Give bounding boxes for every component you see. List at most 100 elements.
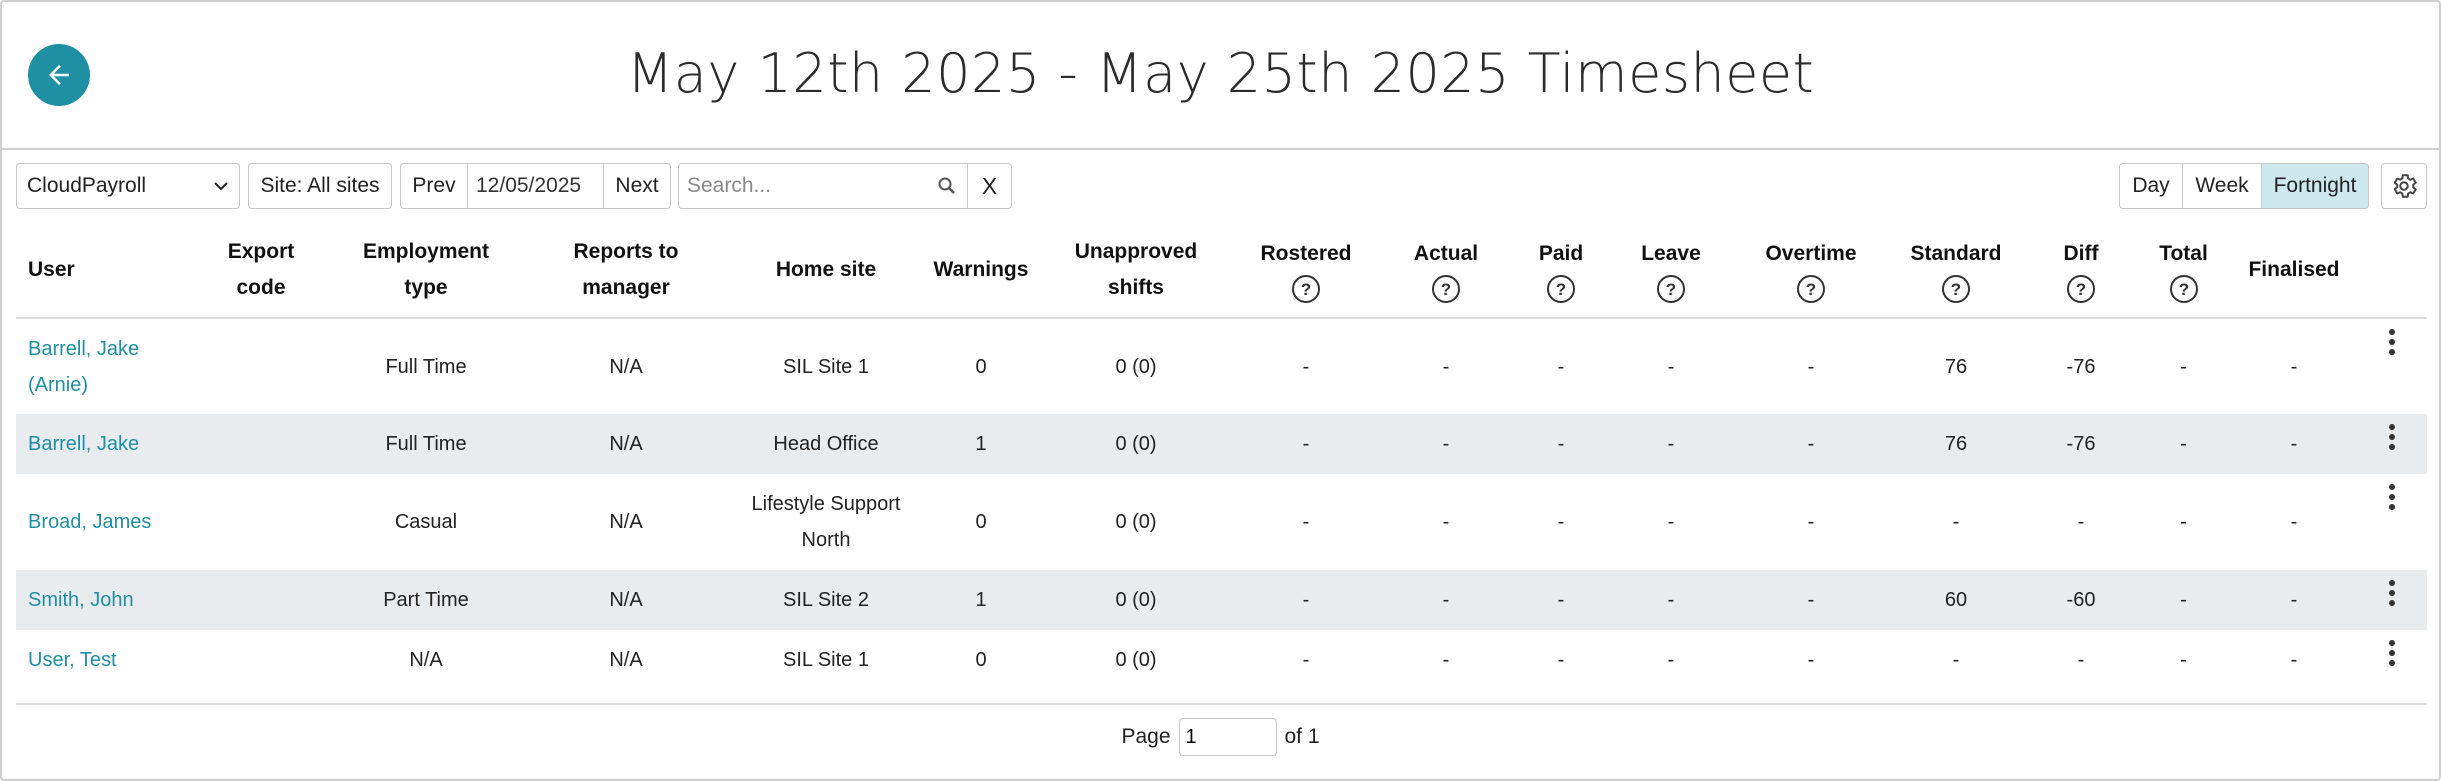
warnings-cell: 1 [926, 414, 1036, 474]
total-cell: - [2180, 511, 2187, 533]
site-filter-button[interactable]: Site: All sites [248, 163, 392, 209]
page-title: May 12th 2025 - May 25th 2025 Timesheet [626, 42, 1815, 105]
help-icon[interactable]: ? [2169, 274, 2199, 304]
actual-cell: - [1442, 511, 1450, 533]
table-row[interactable]: Smith, John Part Time N/A SIL Site 2 1 0… [16, 570, 2427, 630]
svg-text:?: ? [1806, 280, 1816, 299]
view-day-button[interactable]: Day [2119, 163, 2183, 209]
user-link-nickname[interactable]: (Arnie) [28, 374, 88, 396]
page-number-input[interactable] [1178, 718, 1277, 756]
user-link[interactable]: User, Test [28, 649, 117, 671]
search-input[interactable]: Search... [678, 163, 968, 209]
reports-to-cell: N/A [526, 570, 726, 630]
col-export-code[interactable]: Export code [196, 222, 326, 319]
unapproved-cell: 0 (0) [1036, 414, 1236, 474]
more-vertical-icon[interactable] [2386, 327, 2398, 357]
leave-cell: - [1667, 511, 1675, 533]
col-paid[interactable]: Paid? [1516, 222, 1606, 319]
col-unapproved[interactable]: Unapproved shifts [1036, 222, 1236, 319]
user-cell: Broad, James [16, 474, 196, 570]
help-icon[interactable]: ? [1291, 274, 1321, 304]
col-diff[interactable]: Diff? [2026, 222, 2136, 319]
prev-button[interactable]: Prev [400, 163, 468, 209]
export-code-cell [196, 414, 326, 474]
row-menu-cell [2357, 318, 2427, 414]
table-row[interactable]: Barrell, Jake Full Time N/A Head Office … [16, 414, 2427, 474]
finalised-cell: - [2290, 649, 2298, 671]
next-button[interactable]: Next [603, 163, 671, 209]
help-icon[interactable]: ? [1941, 274, 1971, 304]
table-row[interactable]: Broad, James Casual N/A Lifestyle Suppor… [16, 474, 2427, 570]
user-link[interactable]: Broad, James [28, 511, 151, 533]
warnings-cell: 0 [975, 649, 987, 671]
rostered-cell: - [1236, 570, 1376, 630]
finalised-cell: - [2290, 355, 2298, 378]
more-vertical-icon[interactable] [2386, 578, 2398, 608]
user-link[interactable]: Smith, John [28, 589, 134, 611]
table-row[interactable]: User, Test N/A N/A SIL Site 1 0 0 (0) - … [16, 630, 2427, 690]
date-input[interactable]: 12/05/2025 [467, 163, 604, 209]
timesheet-table: User Export code Employment type Reports t… [16, 222, 2427, 690]
export-code-cell [196, 630, 326, 690]
rostered-cell: - [1302, 355, 1310, 378]
diff-cell: -76 [2066, 355, 2096, 378]
col-finalised[interactable]: Finalised [2231, 222, 2357, 319]
home-site-cell: Lifestyle Support North [751, 493, 901, 551]
row-menu-cell [2357, 474, 2427, 570]
svg-text:?: ? [1441, 280, 1451, 299]
employment-type-cell: Full Time [385, 355, 467, 378]
table-bottom-divider [16, 703, 2427, 705]
col-overtime[interactable]: Overtime? [1736, 222, 1886, 319]
more-vertical-icon[interactable] [2386, 482, 2398, 512]
more-vertical-icon[interactable] [2386, 422, 2398, 452]
page-label: Page [1121, 725, 1171, 748]
col-leave[interactable]: Leave? [1606, 222, 1736, 319]
col-rostered[interactable]: Rostered? [1236, 222, 1376, 319]
col-home-site[interactable]: Home site [726, 222, 926, 319]
col-warnings[interactable]: Warnings [926, 222, 1036, 319]
export-code-cell [196, 318, 326, 414]
more-vertical-icon[interactable] [2386, 638, 2398, 668]
user-cell: Smith, John [16, 570, 196, 630]
svg-text:?: ? [1951, 280, 1961, 299]
overtime-cell: - [1736, 414, 1886, 474]
view-week-button[interactable]: Week [2182, 163, 2262, 209]
user-cell: Barrell, Jake [16, 414, 196, 474]
overtime-cell: - [1736, 570, 1886, 630]
clear-search-button[interactable]: X [967, 163, 1012, 209]
col-reports-to[interactable]: Reports to manager [526, 222, 726, 319]
actual-cell: - [1376, 570, 1516, 630]
export-code-cell [196, 570, 326, 630]
user-cell: Barrell, Jake (Arnie) [16, 318, 196, 414]
settings-button[interactable] [2381, 163, 2427, 209]
help-icon[interactable]: ? [1656, 274, 1686, 304]
warnings-cell: 0 [975, 355, 987, 378]
col-actual[interactable]: Actual? [1376, 222, 1516, 319]
table-row[interactable]: Barrell, Jake (Arnie) Full Time N/A SIL S… [16, 318, 2427, 414]
svg-text:?: ? [1301, 280, 1311, 299]
col-user[interactable]: User [16, 222, 196, 319]
col-standard[interactable]: Standard? [1886, 222, 2026, 319]
standard-cell: 60 [1886, 570, 2026, 630]
help-icon[interactable]: ? [1796, 274, 1826, 304]
search-icon [938, 177, 955, 194]
finalised-cell: - [2290, 511, 2298, 533]
row-menu-cell [2357, 570, 2427, 630]
employment-type-cell: Part Time [326, 570, 526, 630]
help-icon[interactable]: ? [1431, 274, 1461, 304]
user-cell: User, Test [16, 630, 196, 690]
leave-cell: - [1667, 649, 1675, 671]
reports-to-cell: N/A [526, 414, 726, 474]
paid-cell: - [1557, 649, 1565, 671]
col-employment-type[interactable]: Employment type [326, 222, 526, 319]
view-fortnight-button[interactable]: Fortnight [2261, 163, 2369, 209]
diff-cell: -60 [2026, 570, 2136, 630]
help-icon[interactable]: ? [2066, 274, 2096, 304]
user-link[interactable]: Barrell, Jake [28, 338, 139, 360]
help-icon[interactable]: ? [1546, 274, 1576, 304]
export-format-select[interactable]: CloudPayroll [16, 163, 240, 209]
user-link[interactable]: Barrell, Jake [28, 433, 139, 455]
col-total[interactable]: Total? [2136, 222, 2231, 319]
standard-cell: 76 [1886, 414, 2026, 474]
total-cell: - [2180, 649, 2187, 671]
